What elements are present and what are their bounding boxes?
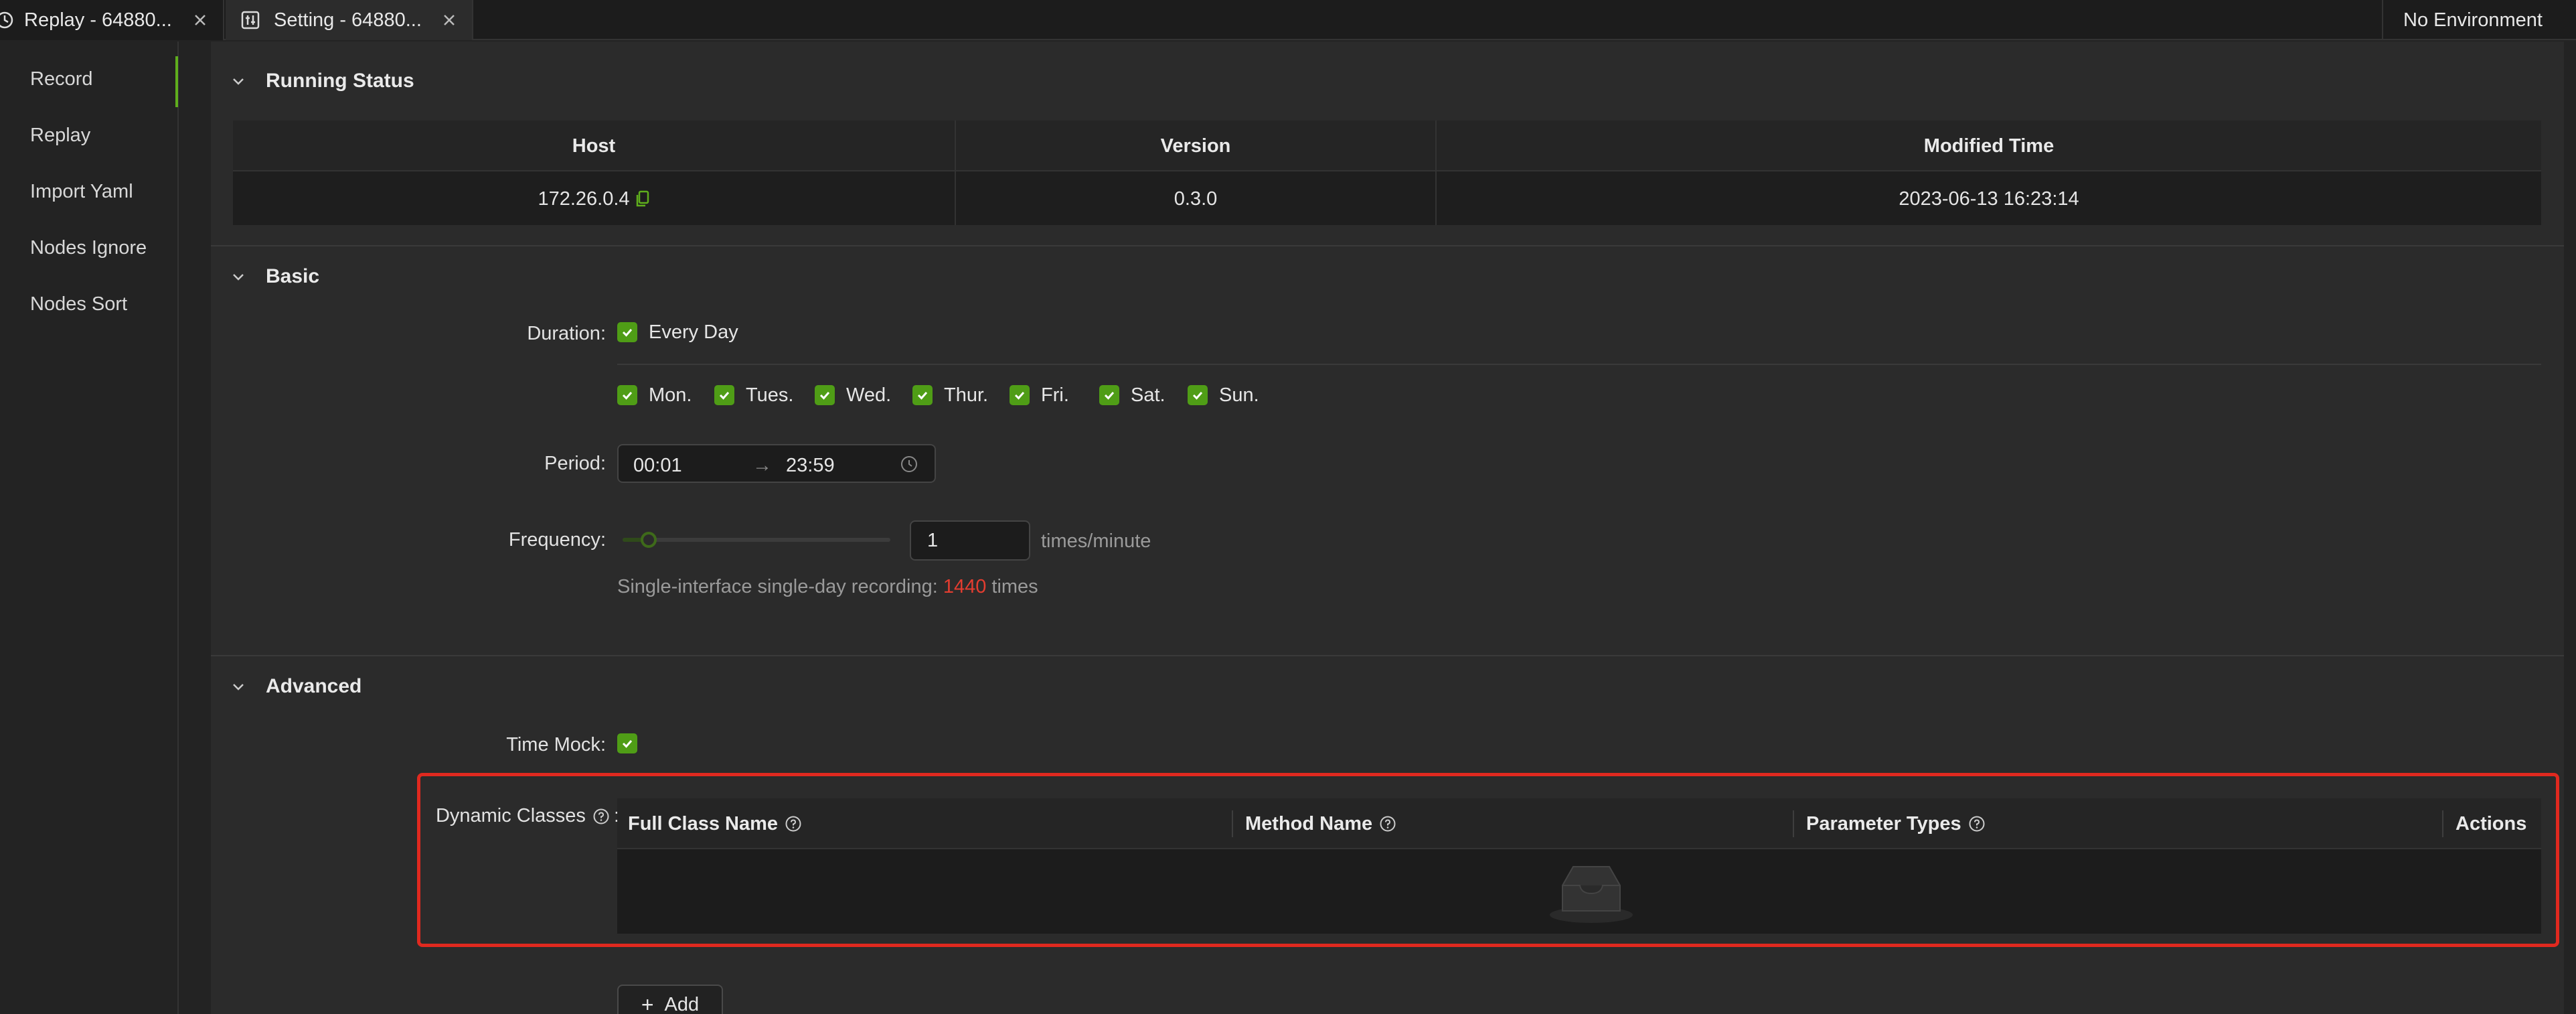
sidebar-item-import-yaml[interactable]: Import Yaml [30,181,133,203]
period-end-input[interactable]: 23:59 [786,455,835,477]
table-header [617,798,2541,849]
frequency-input[interactable]: 1 [910,520,1030,561]
frequency-unit: times/minute [1041,530,1151,552]
section-title: Advanced [266,675,362,697]
settings-sliders-icon [240,10,260,30]
tab-replay[interactable]: Replay - 64880... [0,0,224,40]
wednesday-checkbox[interactable] [815,385,835,405]
question-icon[interactable] [785,815,802,832]
column-header-parameter-types: Parameter Types [1806,798,1986,849]
tab-setting-label: Setting - 64880... [274,9,422,31]
sunday-checkbox[interactable] [1188,385,1208,405]
running-status-table: Host Version Modified Time 172.26.0.4 0.… [233,121,2541,225]
tab-setting[interactable]: Setting - 64880... [226,0,473,40]
question-icon[interactable] [1968,815,1986,832]
column-divider [2442,810,2443,837]
question-icon[interactable] [592,808,610,825]
tuesday-label: Tues. [746,384,794,406]
frequency-slider-track[interactable] [623,538,890,542]
sidebar-item-nodes-ignore[interactable]: Nodes Ignore [30,237,147,259]
monday-label: Mon. [649,384,692,406]
duration-label: Duration: [527,323,606,344]
environment-label: No Environment [2403,9,2543,31]
copy-icon[interactable] [635,190,650,208]
sidebar-active-indicator [175,56,178,107]
chevron-down-icon [231,74,246,88]
empty-inbox-icon [1548,859,1635,931]
close-icon[interactable] [192,12,208,28]
tab-replay-label: Replay - 64880... [24,9,172,31]
period-range-picker[interactable]: 00:01 → 23:59 [617,444,936,483]
column-divider [1232,810,1233,837]
sidebar-item-replay[interactable]: Replay [30,125,90,147]
recording-summary: Single-interface single-day recording: 1… [617,576,1038,597]
section-title: Running Status [266,70,414,92]
friday-label: Fri. [1041,384,1069,406]
close-icon[interactable] [441,12,457,28]
column-header-modified-time: Modified Time [1923,135,2055,157]
section-advanced[interactable]: Advanced [231,675,361,698]
time-mock-checkbox[interactable] [617,733,637,753]
frequency-slider-handle[interactable] [641,532,657,548]
column-header-version: Version [1160,135,1231,157]
recording-count: 1440 [943,576,987,597]
question-icon[interactable] [1379,815,1396,832]
column-header-full-class-name: Full Class Name [628,798,802,849]
tab-bar: Replay - 64880... Setting - 64880... No … [0,0,2576,40]
sidebar: Record Replay Import Yaml Nodes Ignore N… [0,42,179,1014]
dynamic-classes-table: Full Class Name Method Name Parameter Ty… [617,798,2541,934]
section-divider [211,655,2564,656]
section-basic[interactable]: Basic [231,265,319,288]
monday-checkbox[interactable] [617,385,637,405]
chevron-down-icon [231,679,246,694]
modified-time-value: 2023-06-13 16:23:14 [1899,188,2079,210]
column-header-host: Host [572,135,616,157]
plus-icon: + [641,992,654,1014]
history-icon [0,10,15,30]
add-button[interactable]: + Add [617,985,723,1014]
thursday-label: Thur. [944,384,989,406]
section-divider [211,245,2564,246]
host-cell: 172.26.0.4 [233,173,955,225]
thursday-checkbox[interactable] [912,385,933,405]
time-mock-label: Time Mock: [506,734,606,755]
wednesday-label: Wed. [846,384,892,406]
chevron-down-icon [231,269,246,284]
host-value: 172.26.0.4 [538,188,630,210]
sunday-label: Sun. [1219,384,1259,406]
tuesday-checkbox[interactable] [714,385,734,405]
saturday-label: Sat. [1131,384,1165,406]
column-header-actions: Actions [2456,812,2527,835]
column-divider [1793,810,1794,837]
period-label: Period: [544,453,606,474]
sidebar-item-nodes-sort[interactable]: Nodes Sort [30,293,127,315]
period-start-input[interactable]: 00:01 [633,455,682,477]
frequency-label: Frequency: [508,529,606,551]
dynamic-classes-label: Dynamic Classes : [435,805,619,826]
every-day-checkbox[interactable] [617,322,637,342]
saturday-checkbox[interactable] [1099,385,1119,405]
column-header-method-name: Method Name [1245,798,1396,849]
sidebar-item-record[interactable]: Record [30,68,93,90]
friday-checkbox[interactable] [1010,385,1030,405]
every-day-label: Every Day [649,321,738,343]
environment-selector[interactable]: No Environment [2382,0,2576,40]
duration-divider [617,364,2541,365]
clock-icon [900,455,918,479]
section-title: Basic [266,265,320,287]
section-running-status[interactable]: Running Status [231,70,414,92]
main-content: Running Status Host Version Modified Tim… [211,42,2564,1014]
version-value: 0.3.0 [1174,188,1218,210]
range-arrow: → [752,455,772,476]
